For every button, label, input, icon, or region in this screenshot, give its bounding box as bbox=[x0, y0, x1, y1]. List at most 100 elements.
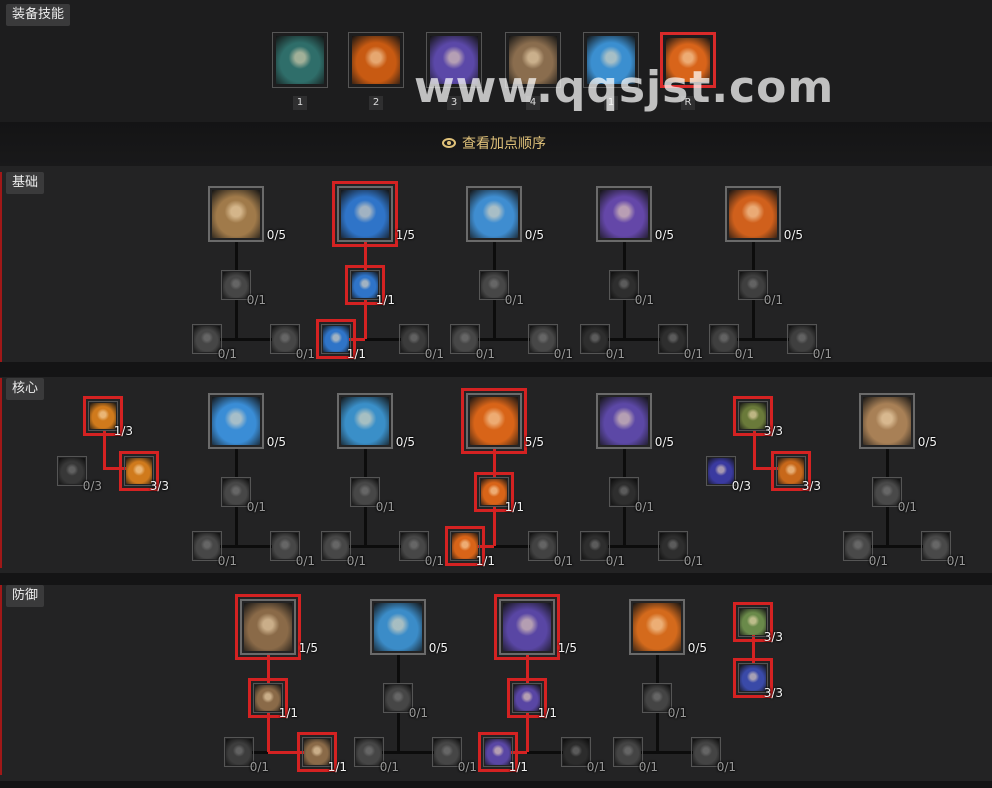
section-label-core: 核心 bbox=[0, 378, 45, 568]
watermark: www.qqsjst.com bbox=[414, 62, 835, 113]
skill-node[interactable]: 0/5 bbox=[596, 186, 674, 242]
upgrade-node[interactable]: 1/1 bbox=[345, 265, 395, 307]
passive-node[interactable]: 3/3 bbox=[771, 451, 821, 493]
modifier-node-right[interactable]: 0/1 bbox=[270, 324, 315, 361]
skill-node[interactable]: 0/5 bbox=[725, 186, 803, 242]
modifier-node-right[interactable]: 0/1 bbox=[399, 324, 444, 361]
pulverize-icon bbox=[470, 397, 518, 445]
upgrade-node[interactable]: 0/1 bbox=[383, 683, 428, 720]
modifier-node-right[interactable]: 1/1 bbox=[297, 732, 347, 774]
modifier-node-right[interactable]: 0/1 bbox=[658, 324, 703, 361]
skill-node[interactable]: 5/5 bbox=[461, 388, 544, 454]
modifier-node-left[interactable]: 0/1 bbox=[321, 531, 366, 568]
modifier-node-left[interactable]: 0/1 bbox=[843, 531, 888, 568]
modifier-node-right[interactable]: 0/1 bbox=[787, 324, 832, 361]
earth-spike-icon bbox=[194, 326, 220, 352]
skill-points: 0/1 bbox=[897, 500, 917, 514]
passive-node[interactable]: 0/3 bbox=[706, 456, 751, 493]
tree-connector bbox=[752, 242, 755, 270]
skill-points: 0/5 bbox=[266, 228, 286, 242]
skill-points: 0/5 bbox=[783, 228, 803, 242]
passive-node[interactable]: 3/3 bbox=[733, 602, 783, 644]
cyclone-armor-icon bbox=[434, 739, 460, 765]
passive-node[interactable]: 1/3 bbox=[83, 396, 133, 438]
upgrade-node[interactable]: 0/1 bbox=[221, 270, 266, 307]
equipped-skill-slot[interactable] bbox=[348, 32, 404, 88]
modifier-node-right[interactable]: 0/1 bbox=[270, 531, 315, 568]
skill-node[interactable]: 0/5 bbox=[629, 599, 707, 655]
passive-icon bbox=[740, 665, 766, 691]
modifier-node-left[interactable]: 0/1 bbox=[192, 324, 237, 361]
skill-node[interactable]: 0/5 bbox=[859, 393, 937, 449]
blood-howl-icon bbox=[563, 739, 589, 765]
skill-points: 0/5 bbox=[687, 641, 707, 655]
modifier-node-left[interactable]: 1/1 bbox=[316, 319, 366, 361]
slot-key: 1 bbox=[293, 96, 307, 110]
skill-points: 0/1 bbox=[605, 347, 625, 361]
modifier-node-right[interactable]: 0/1 bbox=[658, 531, 703, 568]
modifier-node-right[interactable]: 0/1 bbox=[561, 737, 606, 774]
modifier-node-left[interactable]: 0/1 bbox=[613, 737, 658, 774]
modifier-node-left[interactable]: 0/1 bbox=[580, 531, 625, 568]
upgrade-node[interactable]: 0/1 bbox=[221, 477, 266, 514]
tree-connector bbox=[623, 242, 626, 270]
skill-points: 0/5 bbox=[654, 435, 674, 449]
passive-node[interactable]: 3/3 bbox=[733, 396, 783, 438]
skill-node[interactable]: 0/5 bbox=[596, 393, 674, 449]
lightning-storm-icon bbox=[212, 397, 260, 445]
modifier-node-left[interactable]: 1/1 bbox=[478, 732, 528, 774]
skill-node[interactable]: 0/5 bbox=[208, 186, 286, 242]
maul-icon bbox=[789, 326, 815, 352]
upgrade-node[interactable]: 0/1 bbox=[642, 683, 687, 720]
skill-points: 0/3 bbox=[82, 479, 102, 493]
upgrade-node[interactable]: 1/1 bbox=[248, 678, 298, 720]
modifier-node-left[interactable]: 0/1 bbox=[450, 324, 495, 361]
passive-node[interactable]: 0/3 bbox=[57, 456, 102, 493]
modifier-node-left[interactable]: 0/1 bbox=[224, 737, 269, 774]
skill-node[interactable]: 1/5 bbox=[332, 181, 415, 247]
modifier-node-right[interactable]: 0/1 bbox=[528, 531, 573, 568]
modifier-node-right[interactable]: 0/1 bbox=[399, 531, 444, 568]
skill-points: 1/1 bbox=[475, 554, 495, 568]
section-label-defense: 防御 bbox=[0, 585, 45, 775]
view-order-button[interactable]: 查看加点顺序 bbox=[442, 133, 546, 153]
maul-icon bbox=[729, 190, 777, 238]
upgrade-node[interactable]: 0/1 bbox=[479, 270, 524, 307]
skill-points: 1/5 bbox=[395, 228, 415, 242]
skill-node[interactable]: 1/5 bbox=[494, 594, 577, 660]
skill-node[interactable]: 0/5 bbox=[466, 186, 544, 242]
upgrade-node[interactable]: 1/1 bbox=[507, 678, 557, 720]
skill-points: 3/3 bbox=[763, 424, 783, 438]
modifier-node-left[interactable]: 0/1 bbox=[709, 324, 754, 361]
modifier-node-left[interactable]: 1/1 bbox=[445, 526, 495, 568]
skill-node[interactable]: 1/5 bbox=[235, 594, 318, 660]
section-divider bbox=[0, 573, 992, 585]
upgrade-node[interactable]: 0/1 bbox=[609, 270, 654, 307]
tree-connector bbox=[364, 300, 367, 339]
skill-node[interactable]: 0/5 bbox=[370, 599, 448, 655]
modifier-node-right[interactable]: 0/1 bbox=[691, 737, 736, 774]
skill-points: 0/1 bbox=[553, 554, 573, 568]
skill-node[interactable]: 0/5 bbox=[337, 393, 415, 449]
equipped-skill-slot[interactable] bbox=[272, 32, 328, 88]
upgrade-node[interactable]: 0/1 bbox=[738, 270, 783, 307]
passive-node[interactable]: 3/3 bbox=[733, 658, 783, 700]
modifier-node-right[interactable]: 0/1 bbox=[432, 737, 477, 774]
modifier-node-right[interactable]: 0/1 bbox=[528, 324, 573, 361]
skill-node[interactable]: 0/5 bbox=[208, 393, 286, 449]
skill-points: 0/5 bbox=[917, 435, 937, 449]
modifier-node-left[interactable]: 0/1 bbox=[192, 531, 237, 568]
upgrade-node[interactable]: 0/1 bbox=[350, 477, 395, 514]
upgrade-node[interactable]: 0/1 bbox=[872, 477, 917, 514]
tree-connector bbox=[623, 300, 626, 339]
upgrade-node[interactable]: 1/1 bbox=[474, 472, 524, 514]
passive-node[interactable]: 3/3 bbox=[119, 451, 169, 493]
modifier-node-right[interactable]: 0/1 bbox=[921, 531, 966, 568]
modifier-node-left[interactable]: 0/1 bbox=[354, 737, 399, 774]
tree-connector bbox=[752, 300, 755, 339]
modifier-node-left[interactable]: 0/1 bbox=[580, 324, 625, 361]
upgrade-node[interactable]: 0/1 bbox=[609, 477, 654, 514]
skill-points: 0/1 bbox=[217, 347, 237, 361]
pulverize-icon bbox=[481, 479, 507, 505]
skill-points: 0/1 bbox=[246, 293, 266, 307]
